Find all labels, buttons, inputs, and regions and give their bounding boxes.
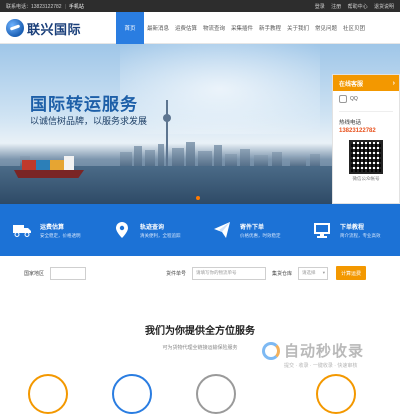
hotline-number: 13823122782 bbox=[339, 128, 376, 134]
service-desc: 清关便利，全程追踪 bbox=[140, 232, 181, 238]
wechat-qr-code bbox=[349, 140, 383, 174]
chevron-down-icon: ▾ bbox=[322, 270, 326, 275]
service-tracking[interactable]: 轨迹查询 清关便利，全程追踪 bbox=[100, 204, 200, 256]
services-section-title: 我们为你提供全方位服务 bbox=[145, 326, 255, 337]
skyline-building bbox=[254, 155, 268, 166]
nav-item-about[interactable]: 关于我们 bbox=[284, 12, 312, 44]
logo-mark-icon bbox=[6, 19, 24, 37]
service-strip: 运费估算 安全稳定，价格透明 轨迹查询 清关便利，全程追踪 寄件下单 价格优惠，时效稳… bbox=[0, 204, 400, 256]
qr-caption: 微信公众帐号 bbox=[352, 176, 380, 181]
nav-item-tracking[interactable]: 物流查询 bbox=[200, 12, 228, 44]
truck-icon bbox=[12, 220, 32, 240]
feature-circle bbox=[196, 374, 236, 414]
register-link[interactable]: 注册 bbox=[331, 4, 341, 10]
nav-item-home[interactable]: 首页 bbox=[116, 12, 144, 44]
mobile-site-link[interactable]: 手机站 bbox=[69, 4, 84, 10]
site-header: 联兴国际 首页 最新消息 运费估算 物流查询 采集插件 新手教程 关于我们 常见… bbox=[0, 12, 400, 44]
warehouse-label: 集货仓库 bbox=[272, 270, 293, 277]
main-nav: 首页 最新消息 运费估算 物流查询 采集插件 新手教程 关于我们 常见问题 社区… bbox=[116, 12, 368, 44]
service-title: 寄件下单 bbox=[240, 224, 265, 231]
carousel-dot[interactable] bbox=[196, 196, 200, 200]
hero-title: 国际转运服务 bbox=[30, 95, 138, 114]
service-title: 下单教程 bbox=[340, 224, 365, 231]
warehouse-select-value: 请选择 bbox=[302, 270, 316, 275]
return-policy-link[interactable]: 退货说明 bbox=[374, 4, 394, 10]
warehouse-group: 集货仓库 请选择 ▾ bbox=[272, 266, 329, 280]
skyline-building bbox=[272, 152, 282, 166]
watermark-overlay: 自动秒收录 提交 · 收录 · 一键收录 · 快速审核 bbox=[262, 338, 392, 374]
country-field[interactable] bbox=[50, 266, 87, 280]
skyline-building bbox=[310, 154, 320, 166]
service-order-tutorial[interactable]: 下单教程 简介流程，专业高效 bbox=[300, 204, 400, 256]
nav-item-faq[interactable]: 常见问题 bbox=[312, 12, 340, 44]
watermark-logo-icon bbox=[262, 342, 280, 360]
topbar-divider: | bbox=[64, 4, 66, 10]
ship-bridge bbox=[64, 156, 74, 170]
topbar-left: 联系电话：13823122782 | 手机站 bbox=[6, 3, 84, 10]
skyline-building bbox=[134, 146, 142, 166]
help-center-link[interactable]: 帮助中心 bbox=[348, 4, 368, 10]
service-title: 运费估算 bbox=[40, 224, 65, 231]
country-label: 国家地区 bbox=[24, 270, 45, 277]
calculate-freight-button[interactable]: 计算运费 bbox=[336, 266, 366, 280]
skyline-building bbox=[240, 149, 250, 166]
cargo-ship-graphic bbox=[14, 156, 84, 178]
feature-circle bbox=[28, 374, 68, 414]
skyline-building bbox=[214, 145, 222, 166]
container-stack bbox=[36, 160, 50, 170]
skyline-building bbox=[186, 142, 195, 166]
skyline-building bbox=[145, 150, 155, 166]
watermark-slogan: 提交 · 收录 · 一键收录 · 快速审核 bbox=[284, 363, 358, 369]
container-stack bbox=[50, 160, 64, 170]
feature-circle bbox=[316, 374, 356, 414]
ship-hull bbox=[14, 170, 84, 178]
tracking-number-input[interactable]: 请填写你的物流单号 bbox=[192, 266, 267, 280]
top-bar: 联系电话：13823122782 | 手机站 登录 注册 帮助中心 退货说明 bbox=[0, 0, 400, 12]
online-service-panel: 在线客服 › QQ 热线电话 13823122782 微信公众帐号 bbox=[332, 74, 400, 204]
service-desc: 安全稳定，价格透明 bbox=[40, 232, 81, 238]
service-desc: 价格优惠，时效稳定 bbox=[240, 232, 281, 238]
login-link[interactable]: 登录 bbox=[315, 4, 325, 10]
chevron-right-icon[interactable]: › bbox=[393, 80, 395, 87]
warehouse-select[interactable]: 请选择 ▾ bbox=[298, 266, 329, 280]
container-stack bbox=[22, 160, 36, 170]
online-service-title: 在线客服 bbox=[339, 81, 364, 88]
skyline-building bbox=[120, 152, 132, 166]
skyline-building bbox=[225, 154, 237, 166]
site-logo[interactable]: 联兴国际 bbox=[6, 17, 81, 39]
service-freight-estimate[interactable]: 运费估算 安全稳定，价格透明 bbox=[0, 204, 100, 256]
logo-text: 联兴国际 bbox=[27, 22, 82, 38]
skyline-building bbox=[198, 151, 212, 166]
service-desc: 简介流程，专业高效 bbox=[340, 232, 381, 238]
watermark-name: 自动秒收录 bbox=[284, 343, 365, 360]
qq-icon bbox=[339, 95, 347, 103]
hero-sky-glow bbox=[120, 44, 320, 134]
monitor-icon bbox=[312, 220, 332, 240]
topbar-right: 登录 注册 帮助中心 退货说明 bbox=[310, 3, 394, 10]
nav-item-tutorial[interactable]: 新手教程 bbox=[256, 12, 284, 44]
feature-circle bbox=[112, 374, 152, 414]
hotline-label: 热线电话 bbox=[339, 111, 393, 126]
online-service-header[interactable]: 在线客服 › bbox=[333, 75, 399, 91]
nav-item-plugin[interactable]: 采集插件 bbox=[228, 12, 256, 44]
freight-search-bar: 国家地区 货件单号 请填写你的物流单号 集货仓库 请选择 ▾ 计算运费 bbox=[0, 256, 400, 290]
hero-subtitle: 以诚信树品牌，以服务求发展 bbox=[30, 116, 148, 126]
nav-item-community[interactable]: 社区贝团 bbox=[340, 12, 368, 44]
skyline-building bbox=[290, 157, 306, 166]
qq-label: QQ bbox=[350, 96, 358, 102]
location-pin-icon bbox=[112, 220, 132, 240]
nav-item-freight-estimate[interactable]: 运费估算 bbox=[172, 12, 200, 44]
skyline-building bbox=[158, 144, 164, 166]
service-title: 轨迹查询 bbox=[140, 224, 165, 231]
tracking-label: 货件单号 bbox=[166, 270, 187, 277]
service-place-order[interactable]: 寄件下单 价格优惠，时效稳定 bbox=[200, 204, 300, 256]
country-group: 国家地区 bbox=[24, 266, 87, 280]
contact-phone: 联系电话：13823122782 bbox=[6, 4, 62, 10]
paper-plane-icon bbox=[212, 220, 232, 240]
tracking-group: 货件单号 请填写你的物流单号 bbox=[166, 266, 267, 280]
skyline-building bbox=[172, 148, 184, 166]
nav-item-news[interactable]: 最新消息 bbox=[144, 12, 172, 44]
qq-contact[interactable]: QQ bbox=[339, 95, 393, 103]
